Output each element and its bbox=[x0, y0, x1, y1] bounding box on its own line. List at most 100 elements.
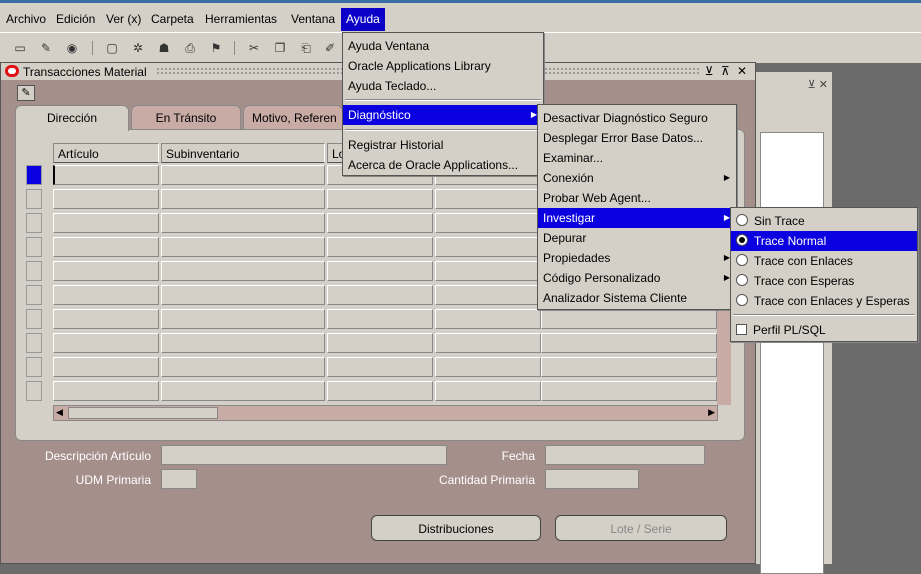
table-cell[interactable] bbox=[541, 333, 717, 353]
row-selector[interactable] bbox=[26, 237, 42, 257]
menu-carpeta[interactable]: Carpeta bbox=[151, 12, 194, 26]
table-cell[interactable] bbox=[53, 285, 159, 305]
row-selector[interactable] bbox=[26, 333, 42, 353]
table-cell[interactable] bbox=[161, 333, 325, 353]
new-icon[interactable]: ▭ bbox=[12, 41, 28, 55]
menu-herramientas[interactable]: Herramientas bbox=[205, 12, 277, 26]
row-selector[interactable] bbox=[26, 165, 42, 185]
menu-item-trace-con-enlaces[interactable]: Trace con Enlaces bbox=[731, 251, 917, 271]
table-cell[interactable] bbox=[327, 213, 433, 233]
print-icon[interactable]: ⎙ bbox=[182, 41, 198, 55]
menu-edicion[interactable]: Edición bbox=[56, 12, 95, 26]
menu-item-ayuda-ventana[interactable]: Ayuda Ventana bbox=[343, 36, 543, 56]
cantidad-primaria-field[interactable] bbox=[545, 469, 639, 489]
table-cell[interactable] bbox=[53, 381, 159, 401]
menu-archivo[interactable]: Archivo bbox=[6, 12, 46, 26]
row-selector[interactable] bbox=[26, 213, 42, 233]
cut-icon[interactable]: ✂ bbox=[246, 41, 262, 55]
tab-motivo-referencia[interactable]: Motivo, Referen bbox=[243, 105, 343, 129]
fecha-field[interactable] bbox=[545, 445, 705, 465]
scroll-right-icon[interactable]: ▶ bbox=[708, 407, 715, 418]
table-cell[interactable] bbox=[53, 357, 159, 377]
table-cell[interactable] bbox=[327, 189, 433, 209]
table-cell[interactable] bbox=[435, 333, 541, 353]
table-cell[interactable] bbox=[161, 213, 325, 233]
menu-item-perfil-plsql[interactable]: Perfil PL/SQL bbox=[731, 320, 917, 340]
copy-icon[interactable]: ❐ bbox=[272, 41, 288, 55]
paste-icon[interactable]: ⎗ bbox=[298, 41, 314, 55]
table-cell[interactable] bbox=[161, 381, 325, 401]
distribuciones-button[interactable]: Distribuciones bbox=[371, 515, 541, 541]
table-cell[interactable] bbox=[327, 357, 433, 377]
table-cell[interactable] bbox=[161, 261, 325, 281]
table-cell[interactable] bbox=[161, 357, 325, 377]
table-cell[interactable] bbox=[53, 165, 159, 185]
menu-ventana[interactable]: Ventana bbox=[291, 12, 335, 26]
table-cell[interactable] bbox=[541, 309, 717, 329]
edit-field-icon[interactable]: ✐ bbox=[322, 41, 338, 55]
table-cell[interactable] bbox=[161, 237, 325, 257]
find-icon[interactable]: ✎ bbox=[38, 41, 54, 55]
next-step-icon[interactable]: ✲ bbox=[130, 41, 146, 55]
menu-item-trace-con-esperas[interactable]: Trace con Esperas bbox=[731, 271, 917, 291]
menu-item-conexion[interactable]: Conexión ▶ bbox=[538, 168, 736, 188]
row-selector[interactable] bbox=[26, 381, 42, 401]
table-cell[interactable] bbox=[161, 285, 325, 305]
table-cell[interactable] bbox=[541, 381, 717, 401]
table-cell[interactable] bbox=[327, 285, 433, 305]
menu-item-oracle-applications-library[interactable]: Oracle Applications Library bbox=[343, 56, 543, 76]
table-cell[interactable] bbox=[53, 261, 159, 281]
tab-en-transito[interactable]: En Tránsito bbox=[131, 105, 241, 129]
menu-item-propiedades[interactable]: Propiedades ▶ bbox=[538, 248, 736, 268]
menu-item-acerca-de[interactable]: Acerca de Oracle Applications... bbox=[343, 155, 543, 175]
table-cell[interactable] bbox=[435, 285, 541, 305]
scroll-thumb[interactable] bbox=[68, 407, 218, 419]
table-cell[interactable] bbox=[435, 357, 541, 377]
lote-serie-button[interactable]: Lote / Serie bbox=[555, 515, 727, 541]
menu-item-diagnostico[interactable]: Diagnóstico ▶ bbox=[343, 105, 543, 125]
row-selector[interactable] bbox=[26, 309, 42, 329]
table-cell[interactable] bbox=[327, 261, 433, 281]
table-cell[interactable] bbox=[327, 381, 433, 401]
row-selector[interactable] bbox=[26, 261, 42, 281]
scroll-left-icon[interactable]: ◀ bbox=[56, 407, 63, 418]
menu-item-examinar[interactable]: Examinar... bbox=[538, 148, 736, 168]
menu-item-desactivar-diagnostico[interactable]: Desactivar Diagnóstico Seguro bbox=[538, 108, 736, 128]
row-selector[interactable] bbox=[26, 189, 42, 209]
window-controls[interactable]: ⊻ ⊼ ✕ bbox=[705, 64, 749, 78]
table-cell[interactable] bbox=[53, 237, 159, 257]
table-cell[interactable] bbox=[435, 237, 541, 257]
table-cell[interactable] bbox=[53, 189, 159, 209]
menu-ver[interactable]: Ver (x) bbox=[106, 12, 141, 26]
menu-item-ayuda-teclado[interactable]: Ayuda Teclado... bbox=[343, 76, 543, 96]
folder-edit-icon[interactable]: ✎ bbox=[17, 85, 35, 101]
table-cell[interactable] bbox=[435, 309, 541, 329]
row-selector[interactable] bbox=[26, 285, 42, 305]
column-header-subinventario[interactable]: Subinventario bbox=[161, 143, 325, 163]
save-icon[interactable]: ▢ bbox=[104, 41, 120, 55]
table-cell[interactable] bbox=[161, 165, 325, 185]
table-cell[interactable] bbox=[327, 333, 433, 353]
menu-item-registrar-historial[interactable]: Registrar Historial bbox=[343, 135, 543, 155]
table-cell[interactable] bbox=[53, 213, 159, 233]
table-cell[interactable] bbox=[435, 213, 541, 233]
switch-responsibility-icon[interactable]: ☗ bbox=[156, 41, 172, 55]
column-header-articulo[interactable]: Artículo bbox=[53, 143, 159, 163]
menu-item-sin-trace[interactable]: Sin Trace bbox=[731, 211, 917, 231]
table-cell[interactable] bbox=[435, 261, 541, 281]
menu-item-probar-web-agent[interactable]: Probar Web Agent... bbox=[538, 188, 736, 208]
window-controls[interactable]: ⊻ ✕ bbox=[808, 78, 828, 91]
descripcion-articulo-field[interactable] bbox=[161, 445, 447, 465]
menu-item-trace-con-enlaces-y-esperas[interactable]: Trace con Enlaces y Esperas bbox=[731, 291, 917, 311]
table-cell[interactable] bbox=[53, 309, 159, 329]
udm-primaria-field[interactable] bbox=[161, 469, 197, 489]
horizontal-scrollbar[interactable]: ◀ ▶ bbox=[53, 405, 718, 421]
table-cell[interactable] bbox=[541, 357, 717, 377]
table-cell[interactable] bbox=[435, 189, 541, 209]
menu-item-analizador-sistema[interactable]: Analizador Sistema Cliente bbox=[538, 288, 736, 308]
table-cell[interactable] bbox=[327, 237, 433, 257]
close-form-icon[interactable]: ⚑ bbox=[208, 41, 224, 55]
tab-direccion[interactable]: Dirección bbox=[15, 105, 129, 131]
navigator-icon[interactable]: ◉ bbox=[64, 41, 80, 55]
table-cell[interactable] bbox=[161, 309, 325, 329]
